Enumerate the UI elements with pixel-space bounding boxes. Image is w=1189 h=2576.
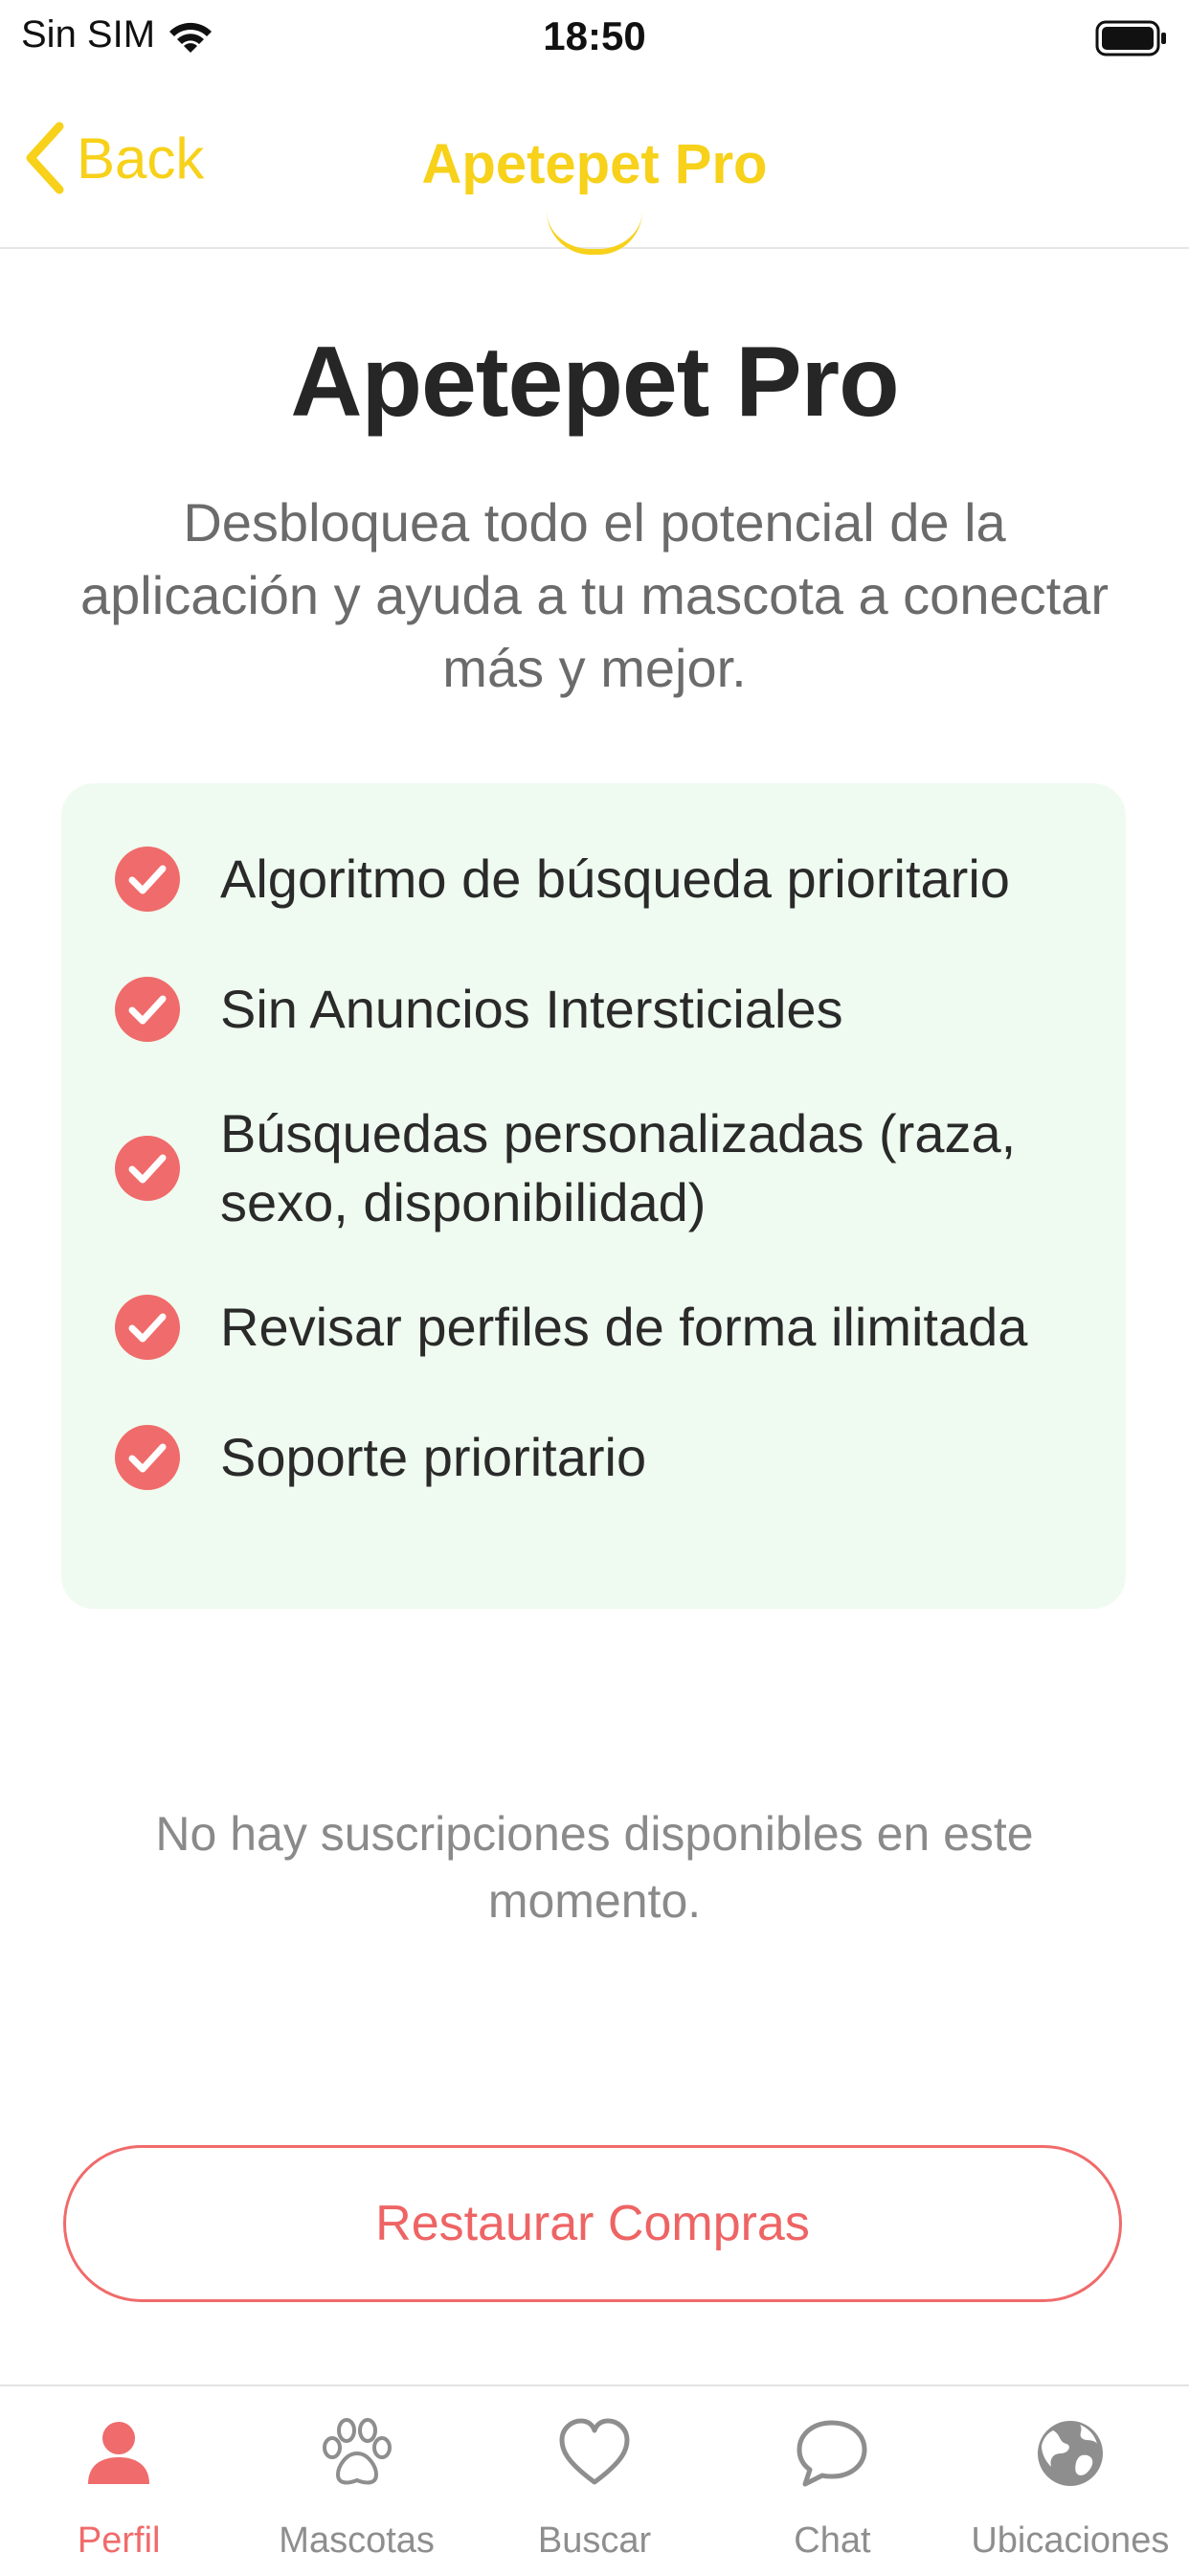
restore-purchases-button[interactable]: Restaurar Compras [63, 2145, 1122, 2302]
tab-bar: Perfil Mascotas Buscar Chat Ubicaciones [0, 2384, 1189, 2576]
feature-item: Soporte prioritario [115, 1423, 1116, 1492]
feature-item: Algoritmo de búsqueda prioritario [115, 845, 1116, 914]
page-title: Apetepet Pro [290, 327, 899, 438]
features-card: Algoritmo de búsqueda prioritario Sin An… [61, 783, 1126, 1609]
feature-label: Revisar perfiles de forma ilimitada [220, 1297, 1028, 1357]
tab-buscar[interactable]: Buscar [476, 2386, 713, 2576]
check-circle-icon [115, 1425, 180, 1490]
paw-icon [322, 2418, 392, 2485]
check-circle-icon [115, 1295, 180, 1360]
page-subtitle: Desbloquea todo el potencial de la aplic… [80, 492, 1109, 698]
feature-label: Sin Anuncios Intersticiales [220, 979, 843, 1039]
no-subscriptions-message: No hay suscripciones disponibles en este… [155, 1807, 1034, 1928]
feature-label: Algoritmo de búsqueda prioritario [220, 848, 1010, 909]
tab-label: Buscar [537, 2520, 652, 2561]
tab-perfil[interactable]: Perfil [0, 2386, 237, 2576]
tab-label: Mascotas [279, 2520, 435, 2561]
chat-bubble-icon [796, 2420, 867, 2487]
feature-label: Soporte prioritario [220, 1427, 647, 1487]
globe-icon [1037, 2421, 1103, 2486]
tab-label: Perfil [77, 2520, 161, 2561]
feature-item: Búsquedas personalizadas (raza, sexo, di… [115, 1099, 1116, 1237]
feature-item: Sin Anuncios Intersticiales [115, 975, 1116, 1044]
heart-icon [559, 2418, 630, 2485]
nav-title: Apetepet Pro [421, 133, 768, 195]
status-bar: Sin SIM 18:50 [0, 0, 1189, 82]
tab-label: Ubicaciones [971, 2520, 1170, 2561]
feature-label: Búsquedas personalizadas (raza, sexo, di… [220, 1103, 1017, 1232]
check-circle-icon [115, 1136, 180, 1201]
check-circle-icon [115, 847, 180, 912]
check-circle-icon [115, 977, 180, 1042]
tab-label: Chat [794, 2520, 871, 2561]
tab-ubicaciones[interactable]: Ubicaciones [952, 2386, 1189, 2576]
status-time: 18:50 [543, 13, 646, 58]
tab-mascotas[interactable]: Mascotas [237, 2386, 475, 2576]
feature-item: Revisar perfiles de forma ilimitada [115, 1293, 1116, 1362]
tab-chat[interactable]: Chat [713, 2386, 951, 2576]
battery-icon [1095, 20, 1166, 56]
person-icon [88, 2422, 150, 2484]
